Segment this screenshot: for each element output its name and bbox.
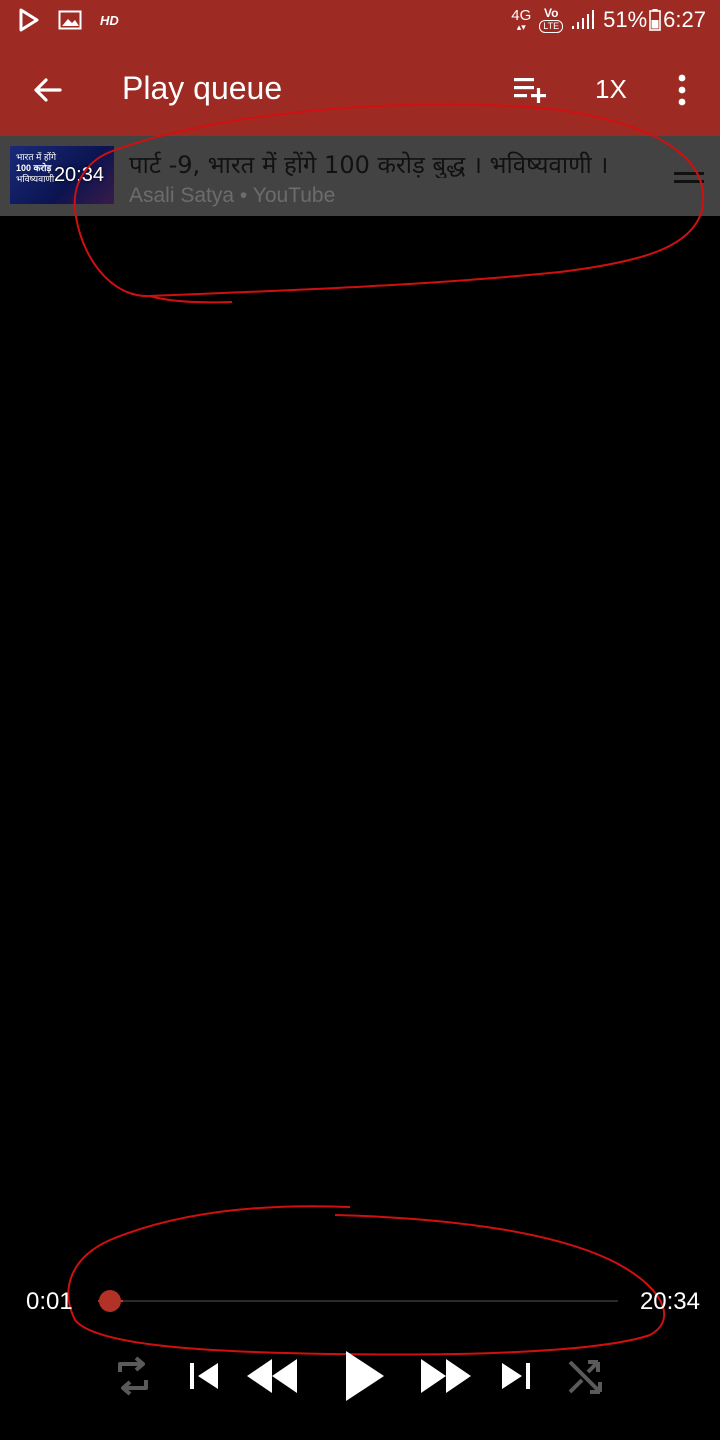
repeat-icon[interactable] [112,1350,154,1402]
video-thumbnail: भारत में होंगे 100 करोड़ भविष्यवाणी 20:3… [10,146,114,204]
video-title: पार्ट -9, भारत में होंगे 100 करोड़ बुद्ध… [129,151,609,178]
fast-forward-icon[interactable] [418,1350,474,1402]
thumbnail-text: भारत में होंगे 100 करोड़ भविष्यवाणी [16,152,57,184]
playback-speed-button[interactable]: 1X [595,74,627,105]
drag-handle-icon[interactable] [674,172,704,184]
total-time: 20:34 [639,1288,700,1315]
add-to-playlist-icon[interactable] [510,72,550,108]
gallery-icon [58,10,82,30]
volte-indicator: Vo LTE [539,6,564,33]
previous-icon[interactable] [186,1350,222,1402]
seek-thumb[interactable] [98,1290,121,1312]
play-store-icon [19,8,39,32]
seek-bar[interactable] [98,1290,618,1312]
battery-percent: 51% [603,6,648,32]
page-title: Play queue [122,70,283,106]
channel-name: Asali Satya [129,184,235,207]
battery-icon [649,8,661,31]
annotation-overlay [67,103,705,1356]
more-options-icon[interactable] [672,72,692,108]
play-icon[interactable] [338,1345,388,1407]
network-indicator: 4G ▴▾ [511,6,532,32]
video-duration: 20:34 [53,164,104,186]
video-meta: Asali Satya • YouTube [129,184,335,208]
next-icon[interactable] [498,1350,534,1402]
signal-icon [572,9,595,29]
clock: 6:27 [663,6,706,32]
current-time: 0:01 [26,1288,73,1315]
rewind-icon[interactable] [244,1350,300,1402]
seek-track [98,1300,618,1302]
annotation-tail-top [149,295,233,304]
queue-item[interactable]: भारत में होंगे 100 करोड़ भविष्यवाणी 20:3… [0,136,720,216]
annotation-circle-bottom [67,1205,666,1356]
shuffle-icon[interactable] [566,1350,606,1402]
video-source: YouTube [252,184,336,207]
hd-indicator: HD [100,12,119,28]
status-bar: HD 4G ▴▾ Vo LTE 51% 6:27 [0,0,720,44]
back-arrow-icon[interactable] [28,70,68,110]
app-bar: Play queue 1X [0,44,720,136]
meta-separator: • [239,184,248,207]
